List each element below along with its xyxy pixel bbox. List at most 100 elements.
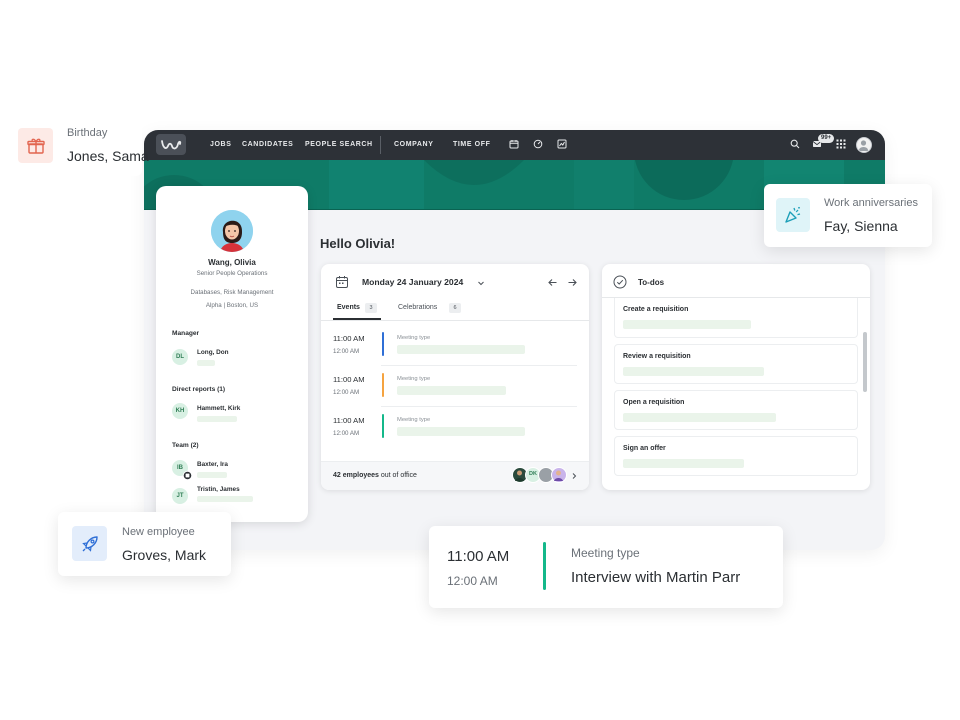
todos-card: To-dos Create a requisition Review a req… [602,264,870,490]
party-popper-icon [785,206,801,223]
company-logo[interactable] [156,134,186,155]
team-member-placeholder-bar [197,472,227,478]
birthday-name: Jones, Sama [67,148,149,164]
nav-people-search[interactable]: PEOPLE SEARCH [305,130,373,160]
direct-report-placeholder-bar [197,416,237,422]
person-icon [554,470,563,481]
anniversary-icon-box [776,198,810,232]
birthday-card[interactable]: Birthday Jones, Sama [0,112,149,176]
todo-item[interactable]: Review a requisition [614,344,858,384]
work-anniversary-card[interactable]: Work anniversaries Fay, Sienna [764,184,932,247]
team-member-name[interactable]: Baxter, Ira [197,461,228,468]
todo-item[interactable]: Sign an offer [614,436,858,476]
todo-item[interactable]: Open a requisition [614,390,858,430]
anniversary-name: Fay, Sienna [824,218,898,234]
manager-name[interactable]: Long, Don [197,349,229,356]
row-divider [381,365,577,366]
profile-photo [211,210,253,252]
event-placeholder-bar [397,345,525,354]
todo-placeholder-bar [623,413,776,422]
events-card: Monday 24 January 2024 Events 3 Celebrat… [321,264,589,490]
user-icon [859,140,868,152]
out-of-office-text: 42 employees out of office [333,472,417,479]
out-of-office-label: out of office [378,472,417,479]
event-color-stripe [382,373,384,397]
manager-placeholder-bar [197,360,215,366]
meeting-end-time: 12:00 AM [447,574,498,588]
team-member-name[interactable]: Tristin, James [197,486,240,493]
event-type: Meeting type [397,417,431,423]
meeting-title: Interview with Martin Parr [571,569,741,586]
chevron-down-icon[interactable] [477,279,485,287]
todo-label: Open a requisition [623,399,685,406]
todo-label: Create a requisition [623,306,689,313]
tab-events-count: 3 [365,303,377,313]
nav-jobs[interactable]: JOBS [210,130,231,160]
direct-report-avatar[interactable]: KH [172,403,188,419]
event-color-stripe [382,332,384,356]
new-employee-card[interactable]: New employee Groves, Mark [58,512,231,576]
event-color-stripe [382,414,384,438]
tab-celebrations[interactable]: Celebrations [398,304,437,311]
event-placeholder-bar [397,386,506,395]
reports-icon[interactable] [557,139,567,149]
nav-candidates[interactable]: CANDIDATES [242,130,293,160]
todo-item[interactable]: Create a requisition [614,298,858,338]
anniversary-label: Work anniversaries [824,197,918,209]
todo-label: Sign an offer [623,445,666,452]
profile-name: Wang, Olivia [208,258,256,267]
dashboard-icon[interactable] [533,139,543,149]
out-of-office-footer[interactable]: 42 employees out of office DK [321,461,589,490]
nav-time-off[interactable]: TIME OFF [453,130,490,160]
tab-events[interactable]: Events [337,304,360,311]
chevron-right-icon[interactable] [570,472,578,480]
profile-skills: Databases, Risk Management [190,289,274,296]
apps-grid-icon[interactable] [836,139,846,149]
meeting-color-stripe [543,542,546,590]
nav-company[interactable]: COMPANY [394,130,433,160]
employee-avatar [551,467,567,483]
event-start-time: 11:00 AM [333,416,365,425]
arrow-right-icon[interactable] [567,277,578,288]
gift-icon [26,138,45,154]
manager-avatar[interactable]: DL [172,349,188,365]
status-icon [183,471,192,480]
calendar-icon[interactable] [509,139,519,149]
team-heading: Team (2) [172,442,199,449]
row-divider [381,406,577,407]
check-circle-icon [613,275,627,289]
event-end-time: 12:00 AM [333,389,360,396]
arrow-left-icon[interactable] [547,277,558,288]
todos-scrollbar[interactable] [863,332,867,392]
profile-location: Alpha | Boston, US [205,302,259,309]
divider [321,320,589,321]
manager-heading: Manager [172,330,200,337]
meeting-card[interactable]: 11:00 AM 12:00 AM Meeting type Interview… [429,526,783,608]
event-start-time: 11:00 AM [333,375,365,384]
meeting-start-time: 11:00 AM [447,548,510,565]
event-end-time: 12:00 AM [333,430,360,437]
todo-placeholder-bar [623,320,751,329]
meeting-type: Meeting type [571,546,640,560]
birthday-label: Birthday [67,127,108,139]
todo-placeholder-bar [623,367,764,376]
profile-title: Senior People Operations [196,270,268,277]
direct-report-name[interactable]: Hammett, Kirk [197,405,240,412]
new-employee-icon-box [72,526,107,561]
calendar-icon [336,276,348,288]
todo-placeholder-bar [623,459,744,468]
event-start-time: 11:00 AM [333,334,365,343]
event-end-time: 12:00 AM [333,348,360,355]
event-placeholder-bar [397,427,525,436]
user-avatar[interactable] [856,137,872,153]
top-navigation: JOBS CANDIDATES PEOPLE SEARCH COMPANY TI… [144,130,885,160]
person-illustration [211,210,253,252]
greeting-heading: Hello Olivia! [320,236,396,251]
direct-reports-heading: Direct reports (1) [172,386,226,393]
todos-title: To-dos [638,278,665,287]
new-employee-name: Groves, Mark [122,547,207,563]
team-member-avatar[interactable]: JT [172,488,188,504]
search-icon[interactable] [790,139,800,149]
tab-celebrations-count: 6 [449,303,461,313]
rocket-icon [81,535,98,552]
